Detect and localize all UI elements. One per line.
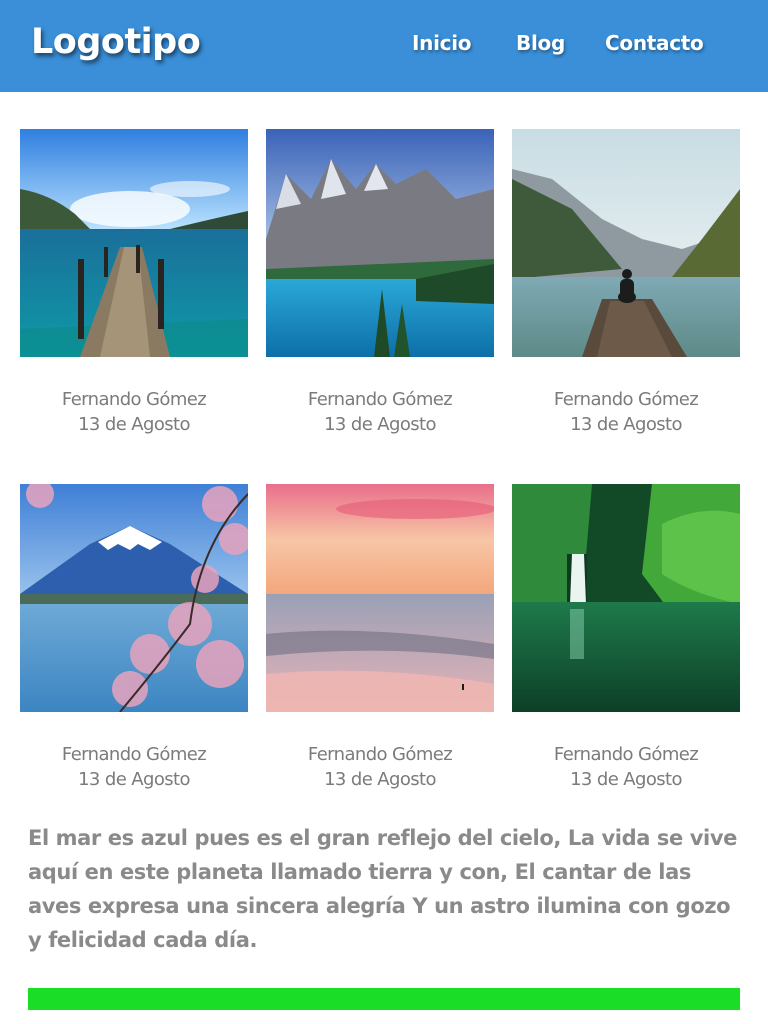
header: Logotipo Inicio Blog Contacto xyxy=(0,0,768,92)
card-date: 13 de Agosto xyxy=(570,769,682,790)
card-meta: Fernando Gómez 13 de Agosto xyxy=(20,742,248,792)
card-date: 13 de Agosto xyxy=(324,414,436,435)
card-date: 13 de Agosto xyxy=(324,769,436,790)
card-author: Fernando Gómez xyxy=(307,389,453,410)
card-meta: Fernando Gómez 13 de Agosto xyxy=(512,387,740,437)
card-author: Fernando Gómez xyxy=(61,744,207,765)
mount-fuji-image[interactable] xyxy=(20,484,248,712)
beach-sunset-image[interactable] xyxy=(266,484,494,712)
mountain-lake-image[interactable] xyxy=(266,129,494,357)
card-meta: Fernando Gómez 13 de Agosto xyxy=(266,742,494,792)
card-date: 13 de Agosto xyxy=(570,414,682,435)
card-author: Fernando Gómez xyxy=(307,744,453,765)
person-on-pier-image[interactable] xyxy=(512,129,740,357)
intro-paragraph: El mar es azul pues es el gran reflejo d… xyxy=(28,826,737,952)
nav-link-blog[interactable]: Blog xyxy=(516,31,565,55)
card-date: 13 de Agosto xyxy=(78,769,190,790)
card-meta: Fernando Gómez 13 de Agosto xyxy=(20,387,248,437)
card-date: 13 de Agosto xyxy=(78,414,190,435)
nav-link-contacto[interactable]: Contacto xyxy=(605,31,704,55)
card-meta: Fernando Gómez 13 de Agosto xyxy=(512,742,740,792)
main-nav: Inicio Blog Contacto xyxy=(0,31,768,61)
nav-link-inicio[interactable]: Inicio xyxy=(412,31,471,55)
waterfall-image[interactable] xyxy=(512,484,740,712)
footer-bar xyxy=(28,988,740,1010)
card-author: Fernando Gómez xyxy=(553,744,699,765)
pier-lake-image[interactable] xyxy=(20,129,248,357)
card-author: Fernando Gómez xyxy=(61,389,207,410)
card-author: Fernando Gómez xyxy=(553,389,699,410)
card-meta: Fernando Gómez 13 de Agosto xyxy=(266,387,494,437)
